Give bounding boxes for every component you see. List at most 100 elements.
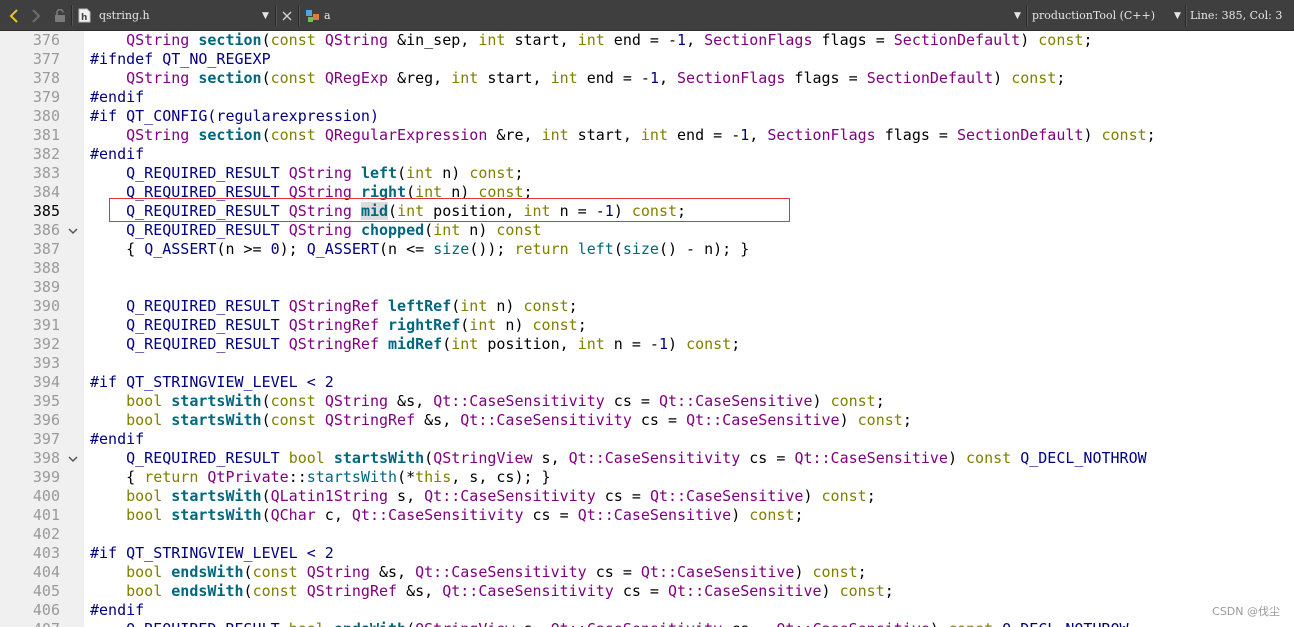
symbol-dropdown[interactable]: a <box>324 0 331 31</box>
code-token: ) <box>930 620 948 627</box>
code-line[interactable]: 380 #if QT_CONFIG(regularexpression) <box>0 107 1294 126</box>
code-token: bool <box>126 411 163 429</box>
code-editor[interactable]: 376 QString section(const QString &in_se… <box>0 31 1294 627</box>
code-line[interactable]: 392 Q_REQUIRED_RESULT QStringRef midRef(… <box>0 335 1294 354</box>
code-token: endsWith <box>171 563 244 581</box>
code-line[interactable]: 388 <box>0 259 1294 278</box>
code-token: , <box>749 126 768 144</box>
code-token: endsWith <box>334 620 406 627</box>
code-token: &reg, <box>388 69 452 87</box>
code-token: SectionDefault <box>893 31 1021 49</box>
code-token: left <box>577 240 614 258</box>
code-token: bool <box>126 487 163 505</box>
code-token: rightRef <box>388 316 461 334</box>
code-line[interactable]: 396 bool startsWith(const QStringRef &s,… <box>0 411 1294 430</box>
code-token: Qt::CaseSensitive <box>577 506 732 524</box>
code-token: const <box>270 69 316 87</box>
code-text: #if QT_CONFIG(regularexpression) <box>90 107 379 126</box>
line-number: 387 <box>32 240 60 258</box>
chevron-down-icon[interactable]: ▼ <box>1174 0 1181 31</box>
project-selector[interactable]: productionTool (C++) <box>1032 0 1155 31</box>
svg-text:h: h <box>81 13 87 23</box>
code-token: Q_REQUIRED_RESULT <box>126 221 280 239</box>
code-token: Qt::CaseSensitivity <box>433 392 605 410</box>
line-number: 377 <box>32 50 60 68</box>
code-line[interactable]: 381 QString section(const QRegularExpres… <box>0 126 1294 145</box>
code-token: const <box>857 411 903 429</box>
code-line[interactable]: 376 QString section(const QString &in_se… <box>0 31 1294 50</box>
chevron-down-icon[interactable]: ▼ <box>262 0 269 31</box>
code-text: Q_REQUIRED_RESULT QString left(int n) co… <box>90 164 523 183</box>
code-token: Q_REQUIRED_RESULT <box>126 449 280 467</box>
code-line[interactable]: 401 bool startsWith(QChar c, Qt::CaseSen… <box>0 506 1294 525</box>
code-line[interactable]: 405 bool endsWith(const QStringRef &s, Q… <box>0 582 1294 601</box>
code-line[interactable]: 393 <box>0 354 1294 373</box>
fold-chevron-icon[interactable] <box>68 221 78 240</box>
code-line[interactable]: 387 { Q_ASSERT(n >= 0); Q_ASSERT(n <= si… <box>0 240 1294 259</box>
code-token: const <box>270 126 316 144</box>
back-arrow-icon[interactable] <box>8 0 20 31</box>
code-token: { <box>90 240 145 258</box>
code-line[interactable]: 404 bool endsWith(const QString &s, Qt::… <box>0 563 1294 582</box>
fold-chevron-icon[interactable] <box>68 620 78 627</box>
chevron-down-icon[interactable]: ▼ <box>1014 0 1021 31</box>
code-line[interactable]: 382 #endif <box>0 145 1294 164</box>
code-line[interactable]: 378 QString section(const QRegExp &reg, … <box>0 69 1294 88</box>
lock-icon[interactable] <box>54 0 66 31</box>
close-document-icon[interactable] <box>281 0 293 31</box>
code-line[interactable]: 395 bool startsWith(const QString &s, Qt… <box>0 392 1294 411</box>
code-line[interactable]: 391 Q_REQUIRED_RESULT QStringRef rightRe… <box>0 316 1294 335</box>
line-number: 379 <box>32 88 60 106</box>
code-token: QStringRef <box>288 335 379 353</box>
code-token: ; <box>1056 69 1066 87</box>
code-token: const <box>686 335 732 353</box>
code-token: ; <box>1146 126 1156 144</box>
cursor-position[interactable]: Line: 385, Col: 3 <box>1190 0 1282 31</box>
code-token: startsWith <box>333 449 425 467</box>
code-line[interactable]: 394 #if QT_STRINGVIEW_LEVEL < 2 <box>0 373 1294 392</box>
code-line[interactable]: 402 <box>0 525 1294 544</box>
forward-arrow-icon[interactable] <box>30 0 42 31</box>
line-number: 401 <box>32 506 60 524</box>
code-line[interactable]: 377 #ifndef QT_NO_REGEXP <box>0 50 1294 69</box>
code-token: (n <= <box>379 240 434 258</box>
code-token: s, <box>388 487 425 505</box>
code-line[interactable]: 406 #endif <box>0 601 1294 620</box>
code-token: int <box>406 164 434 182</box>
code-token: const <box>830 392 876 410</box>
code-token: ( <box>261 126 271 144</box>
code-token: Qt::CaseSensitivity <box>460 411 632 429</box>
fold-chevron-icon[interactable] <box>68 449 78 468</box>
code-token: ( <box>261 411 271 429</box>
code-line[interactable]: 383 Q_REQUIRED_RESULT QString left(int n… <box>0 164 1294 183</box>
code-line[interactable]: 386 Q_REQUIRED_RESULT QString chopped(in… <box>0 221 1294 240</box>
code-line[interactable]: 397 #endif <box>0 430 1294 449</box>
code-line[interactable]: 390 Q_REQUIRED_RESULT QStringRef leftRef… <box>0 297 1294 316</box>
code-token: n) <box>487 297 524 315</box>
code-token: QString <box>288 221 352 239</box>
code-token: return <box>144 468 199 486</box>
code-token: size <box>622 240 659 258</box>
code-line[interactable]: 389 <box>0 278 1294 297</box>
code-line[interactable]: 399 { return QtPrivate::startsWith(*this… <box>0 468 1294 487</box>
code-line[interactable]: 379 #endif <box>0 88 1294 107</box>
line-number: 394 <box>32 373 60 391</box>
code-token: &s, <box>369 563 416 581</box>
open-file-dropdown[interactable]: qstring.h <box>99 0 150 31</box>
code-token: startsWith <box>171 411 262 429</box>
code-token: QString <box>324 392 389 410</box>
code-token: QString <box>288 164 352 182</box>
code-token: int <box>469 316 497 334</box>
code-line[interactable]: 403 #if QT_STRINGVIEW_LEVEL < 2 <box>0 544 1294 563</box>
code-line[interactable]: 407 Q_REQUIRED_RESULT bool endsWith(QStr… <box>0 620 1294 627</box>
line-number: 398 <box>32 449 60 467</box>
code-line[interactable]: 398 Q_REQUIRED_RESULT bool startsWith(QS… <box>0 449 1294 468</box>
code-token: Q_REQUIRED_RESULT <box>126 316 280 334</box>
symbol-class-icon <box>305 0 321 31</box>
code-line[interactable]: 400 bool startsWith(QLatin1String s, Qt:… <box>0 487 1294 506</box>
